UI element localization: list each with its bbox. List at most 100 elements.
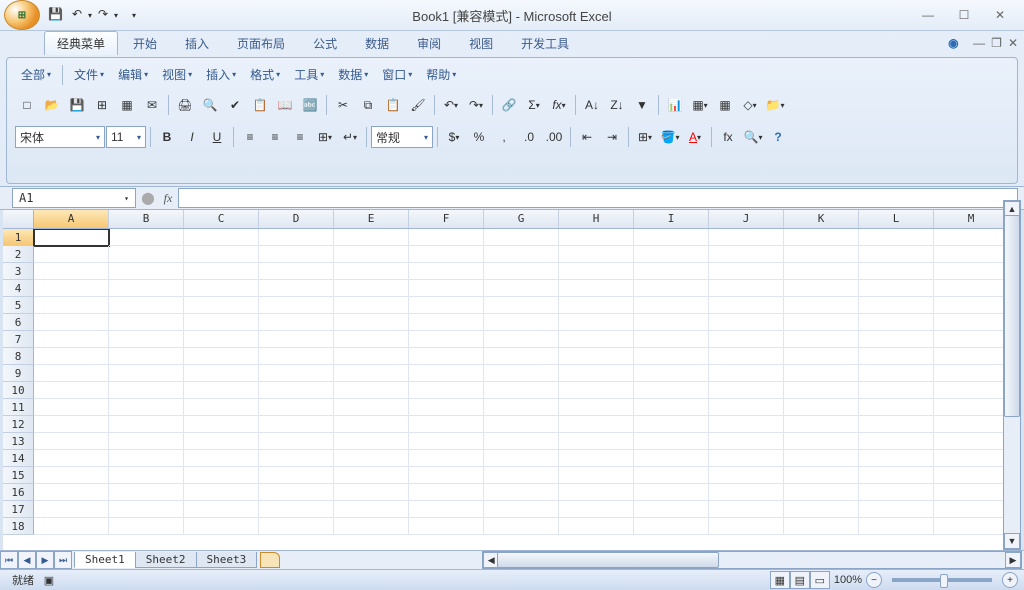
cell[interactable]	[184, 246, 259, 263]
cell[interactable]	[784, 467, 859, 484]
cell[interactable]	[634, 263, 709, 280]
cell[interactable]	[634, 399, 709, 416]
zoom-slider[interactable]	[892, 578, 992, 582]
menu-data[interactable]: 数据▾	[332, 64, 374, 85]
research-button[interactable]: 📋	[248, 93, 272, 117]
cell[interactable]	[634, 280, 709, 297]
cell[interactable]	[259, 433, 334, 450]
column-header[interactable]: E	[334, 210, 409, 228]
cell[interactable]	[859, 348, 934, 365]
sheet-nav-first[interactable]: ⏮	[0, 551, 18, 569]
normal-view-button[interactable]: ▦	[770, 571, 790, 589]
cell[interactable]	[109, 314, 184, 331]
cell[interactable]	[34, 484, 109, 501]
row-header[interactable]: 4	[3, 280, 34, 297]
cell[interactable]	[934, 467, 1009, 484]
cell[interactable]	[184, 501, 259, 518]
cell[interactable]	[184, 450, 259, 467]
cell[interactable]	[484, 416, 559, 433]
cell[interactable]	[559, 433, 634, 450]
scroll-right-button[interactable]: ▶	[1005, 552, 1021, 568]
cell[interactable]	[559, 518, 634, 535]
cell[interactable]	[409, 280, 484, 297]
cell[interactable]	[334, 365, 409, 382]
cell[interactable]	[34, 433, 109, 450]
decrease-decimal-button[interactable]: .00	[542, 125, 566, 149]
cell[interactable]	[334, 467, 409, 484]
cell[interactable]	[184, 348, 259, 365]
column-header[interactable]: C	[184, 210, 259, 228]
insert-function-fx-button[interactable]: fx	[158, 191, 178, 206]
cell[interactable]	[184, 518, 259, 535]
cell[interactable]	[709, 365, 784, 382]
undo-button[interactable]: ↶▾	[439, 93, 463, 117]
cell[interactable]	[784, 416, 859, 433]
hscroll-thumb[interactable]	[497, 552, 719, 568]
cell[interactable]	[34, 501, 109, 518]
cell[interactable]	[934, 518, 1009, 535]
cell[interactable]	[634, 331, 709, 348]
menu-insert[interactable]: 插入▾	[200, 64, 242, 85]
row-header[interactable]: 5	[3, 297, 34, 314]
cell[interactable]	[934, 297, 1009, 314]
cell[interactable]	[784, 348, 859, 365]
row-header[interactable]: 11	[3, 399, 34, 416]
menu-view[interactable]: 视图▾	[156, 64, 198, 85]
format-painter-button[interactable]: 🖌	[406, 93, 430, 117]
folder-button[interactable]: 📁▾	[763, 93, 787, 117]
cell[interactable]	[109, 280, 184, 297]
cell[interactable]	[34, 365, 109, 382]
cell[interactable]	[409, 399, 484, 416]
translate-button[interactable]: 🔤	[298, 93, 322, 117]
qat-undo-button[interactable]: ↶▾	[70, 3, 94, 27]
cell[interactable]	[634, 297, 709, 314]
cell[interactable]	[484, 229, 559, 246]
cell[interactable]	[484, 280, 559, 297]
cell[interactable]	[784, 246, 859, 263]
insert-function-button[interactable]: fx▾	[547, 93, 571, 117]
autosum-button[interactable]: Σ▾	[522, 93, 546, 117]
cell[interactable]	[409, 331, 484, 348]
cell[interactable]	[334, 450, 409, 467]
cell[interactable]	[484, 518, 559, 535]
zoom-slider-knob[interactable]	[940, 574, 948, 588]
cell[interactable]	[34, 229, 109, 246]
row-header[interactable]: 1	[3, 229, 34, 246]
row-header[interactable]: 7	[3, 331, 34, 348]
tab-home[interactable]: 开始	[120, 31, 170, 55]
cell[interactable]	[184, 467, 259, 484]
cell[interactable]	[709, 501, 784, 518]
zoom-in-button[interactable]: +	[1002, 572, 1018, 588]
cell[interactable]	[184, 297, 259, 314]
row-header[interactable]: 3	[3, 263, 34, 280]
column-header[interactable]: A	[34, 210, 109, 228]
cell[interactable]	[184, 484, 259, 501]
cell[interactable]	[784, 501, 859, 518]
cell[interactable]	[334, 518, 409, 535]
paste-button[interactable]: 📋	[381, 93, 405, 117]
pivot-button[interactable]: ▦▾	[688, 93, 712, 117]
cell[interactable]	[184, 416, 259, 433]
cancel-entry-button[interactable]: ⬤	[138, 191, 158, 205]
cell[interactable]	[409, 297, 484, 314]
cell[interactable]	[559, 229, 634, 246]
cell[interactable]	[634, 314, 709, 331]
cell[interactable]	[409, 450, 484, 467]
cell[interactable]	[859, 501, 934, 518]
column-header[interactable]: G	[484, 210, 559, 228]
cell[interactable]	[709, 348, 784, 365]
tab-developer[interactable]: 开发工具	[508, 31, 582, 55]
print-button[interactable]: 🖨	[173, 93, 197, 117]
cell[interactable]	[859, 229, 934, 246]
zoom-out-button[interactable]: −	[866, 572, 882, 588]
cell[interactable]	[259, 263, 334, 280]
new-button[interactable]: □	[15, 93, 39, 117]
cell[interactable]	[934, 246, 1009, 263]
cell[interactable]	[484, 433, 559, 450]
cell[interactable]	[859, 331, 934, 348]
cell[interactable]	[109, 331, 184, 348]
cell[interactable]	[109, 348, 184, 365]
cell[interactable]	[559, 365, 634, 382]
sheet-tab[interactable]: Sheet3	[196, 552, 258, 568]
cell[interactable]	[259, 382, 334, 399]
